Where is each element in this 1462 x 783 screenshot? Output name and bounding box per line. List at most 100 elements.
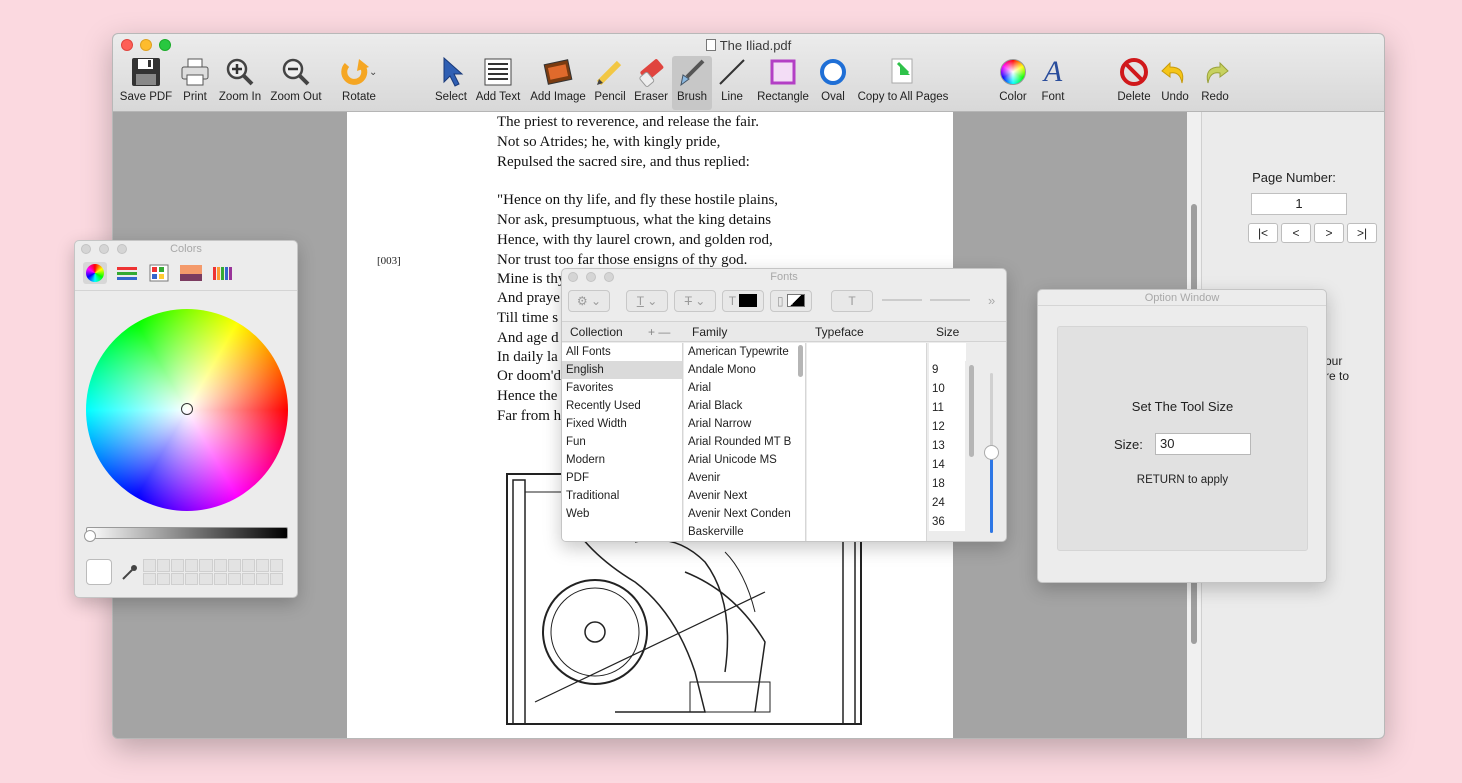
- text-line: And praye: [497, 290, 560, 306]
- list-item[interactable]: Avenir: [684, 469, 805, 487]
- shadow-blur-slider[interactable]: [930, 299, 970, 301]
- first-page-button[interactable]: |<: [1248, 223, 1278, 243]
- collection-list[interactable]: All Fonts English Favorites Recently Use…: [562, 343, 683, 541]
- font-button[interactable]: A Font: [1035, 56, 1071, 110]
- list-item[interactable]: Traditional: [562, 487, 682, 505]
- text-line: In daily la: [497, 349, 558, 365]
- list-item[interactable]: American Typewrite: [684, 343, 805, 361]
- list-item[interactable]: 10: [929, 380, 965, 399]
- redo-button[interactable]: Redo: [1197, 56, 1233, 110]
- add-text-button[interactable]: Add Text: [473, 56, 523, 110]
- close-panel-button[interactable]: [81, 244, 91, 254]
- size-list[interactable]: 9 10 11 12 13 14 18 24 36: [929, 361, 965, 531]
- underline-menu[interactable]: T ⌄: [626, 290, 668, 312]
- next-page-button[interactable]: >: [1314, 223, 1344, 243]
- list-item[interactable]: 9: [929, 361, 965, 380]
- zoom-out-button[interactable]: Zoom Out: [265, 56, 327, 110]
- list-item[interactable]: Fun: [562, 433, 682, 451]
- page-number-input[interactable]: 1: [1251, 193, 1347, 215]
- list-item[interactable]: English: [562, 361, 682, 379]
- list-item[interactable]: Arial Unicode MS: [684, 451, 805, 469]
- minimize-panel-button[interactable]: [99, 244, 109, 254]
- more-options-icon[interactable]: »: [988, 293, 995, 308]
- color-sliders-tab[interactable]: [115, 262, 139, 284]
- gear-icon: ⚙ ⌄: [576, 294, 602, 308]
- option-window: Option Window Set The Tool Size Size: 30…: [1037, 289, 1327, 583]
- list-item[interactable]: 36: [929, 513, 965, 532]
- tool-size-input[interactable]: 30: [1155, 433, 1251, 455]
- eraser-tool-button[interactable]: Eraser: [631, 56, 671, 110]
- list-item[interactable]: 12: [929, 418, 965, 437]
- save-pdf-button[interactable]: Save PDF: [117, 56, 175, 110]
- size-list-scrollbar[interactable]: [969, 365, 974, 457]
- list-item[interactable]: Modern: [562, 451, 682, 469]
- shadow-icon: T: [848, 294, 856, 308]
- undo-button[interactable]: Undo: [1157, 56, 1193, 110]
- text-color-button[interactable]: T: [722, 290, 764, 312]
- color-wheel-tab[interactable]: [83, 262, 107, 284]
- brush-tool-button[interactable]: Brush: [672, 56, 712, 110]
- rectangle-tool-button[interactable]: Rectangle: [753, 56, 813, 110]
- list-item[interactable]: Recently Used: [562, 397, 682, 415]
- zoom-panel-button[interactable]: [604, 272, 614, 282]
- size-slider-knob[interactable]: [984, 445, 999, 460]
- strikethrough-menu[interactable]: T ⌄: [674, 290, 716, 312]
- list-item[interactable]: 13: [929, 437, 965, 456]
- copy-to-all-pages-button[interactable]: Copy to All Pages: [855, 56, 951, 110]
- list-item[interactable]: Arial: [684, 379, 805, 397]
- family-list[interactable]: American Typewrite Andale Mono Arial Ari…: [684, 343, 806, 541]
- add-collection-icon[interactable]: + —: [648, 325, 670, 339]
- previous-page-button[interactable]: <: [1281, 223, 1311, 243]
- color-palettes-tab[interactable]: [147, 262, 171, 284]
- option-window-title: Option Window: [1038, 290, 1326, 306]
- list-item[interactable]: 11: [929, 399, 965, 418]
- list-item[interactable]: 24: [929, 494, 965, 513]
- delete-button[interactable]: Delete: [1115, 56, 1153, 110]
- font-actions-menu[interactable]: ⚙ ⌄: [568, 290, 610, 312]
- list-item[interactable]: Baskerville: [684, 523, 805, 541]
- list-item[interactable]: 18: [929, 475, 965, 494]
- list-item[interactable]: 14: [929, 456, 965, 475]
- list-item[interactable]: Avenir Next Conden: [684, 505, 805, 523]
- typeface-list[interactable]: [807, 343, 927, 541]
- text-shadow-button[interactable]: T: [831, 290, 873, 312]
- color-button[interactable]: Color: [993, 56, 1033, 110]
- list-item[interactable]: Avenir Next: [684, 487, 805, 505]
- minimize-panel-button[interactable]: [586, 272, 596, 282]
- line-tool-button[interactable]: Line: [713, 56, 751, 110]
- last-page-button[interactable]: >|: [1347, 223, 1377, 243]
- zoom-panel-button[interactable]: [117, 244, 127, 254]
- list-item[interactable]: Arial Rounded MT B: [684, 433, 805, 451]
- list-item[interactable]: Web: [562, 505, 682, 523]
- brightness-slider[interactable]: [86, 527, 288, 539]
- size-input[interactable]: [929, 343, 966, 361]
- list-item[interactable]: Andale Mono: [684, 361, 805, 379]
- family-list-scrollbar[interactable]: [798, 345, 803, 377]
- text-line: The priest to reverence, and release the…: [497, 114, 759, 130]
- pencils-tab[interactable]: [211, 262, 235, 284]
- close-panel-button[interactable]: [568, 272, 578, 282]
- zoom-in-button[interactable]: Zoom In: [215, 56, 265, 110]
- image-palettes-tab[interactable]: [179, 262, 203, 284]
- add-image-button[interactable]: Add Image: [527, 56, 589, 110]
- document-color-button[interactable]: ▯: [770, 290, 812, 312]
- current-color-swatch[interactable]: [86, 559, 112, 585]
- shadow-opacity-slider[interactable]: [882, 299, 922, 301]
- list-item[interactable]: All Fonts: [562, 343, 682, 361]
- saved-swatches-grid[interactable]: [143, 559, 283, 585]
- redo-icon: [1197, 56, 1233, 88]
- rotate-button[interactable]: ⌄ Rotate: [335, 56, 383, 110]
- list-item[interactable]: Arial Black: [684, 397, 805, 415]
- pencil-tool-button[interactable]: Pencil: [591, 56, 629, 110]
- eyedropper-icon[interactable]: [121, 563, 137, 584]
- select-tool-button[interactable]: Select: [431, 56, 471, 110]
- list-item[interactable]: PDF: [562, 469, 682, 487]
- print-button[interactable]: Print: [175, 56, 215, 110]
- brightness-slider-knob[interactable]: [84, 530, 96, 542]
- list-item[interactable]: Fixed Width: [562, 415, 682, 433]
- oval-tool-button[interactable]: Oval: [815, 56, 851, 110]
- list-item[interactable]: Favorites: [562, 379, 682, 397]
- color-wheel-crosshair[interactable]: [181, 403, 193, 415]
- color-wheel-icon: [86, 264, 104, 282]
- list-item[interactable]: Arial Narrow: [684, 415, 805, 433]
